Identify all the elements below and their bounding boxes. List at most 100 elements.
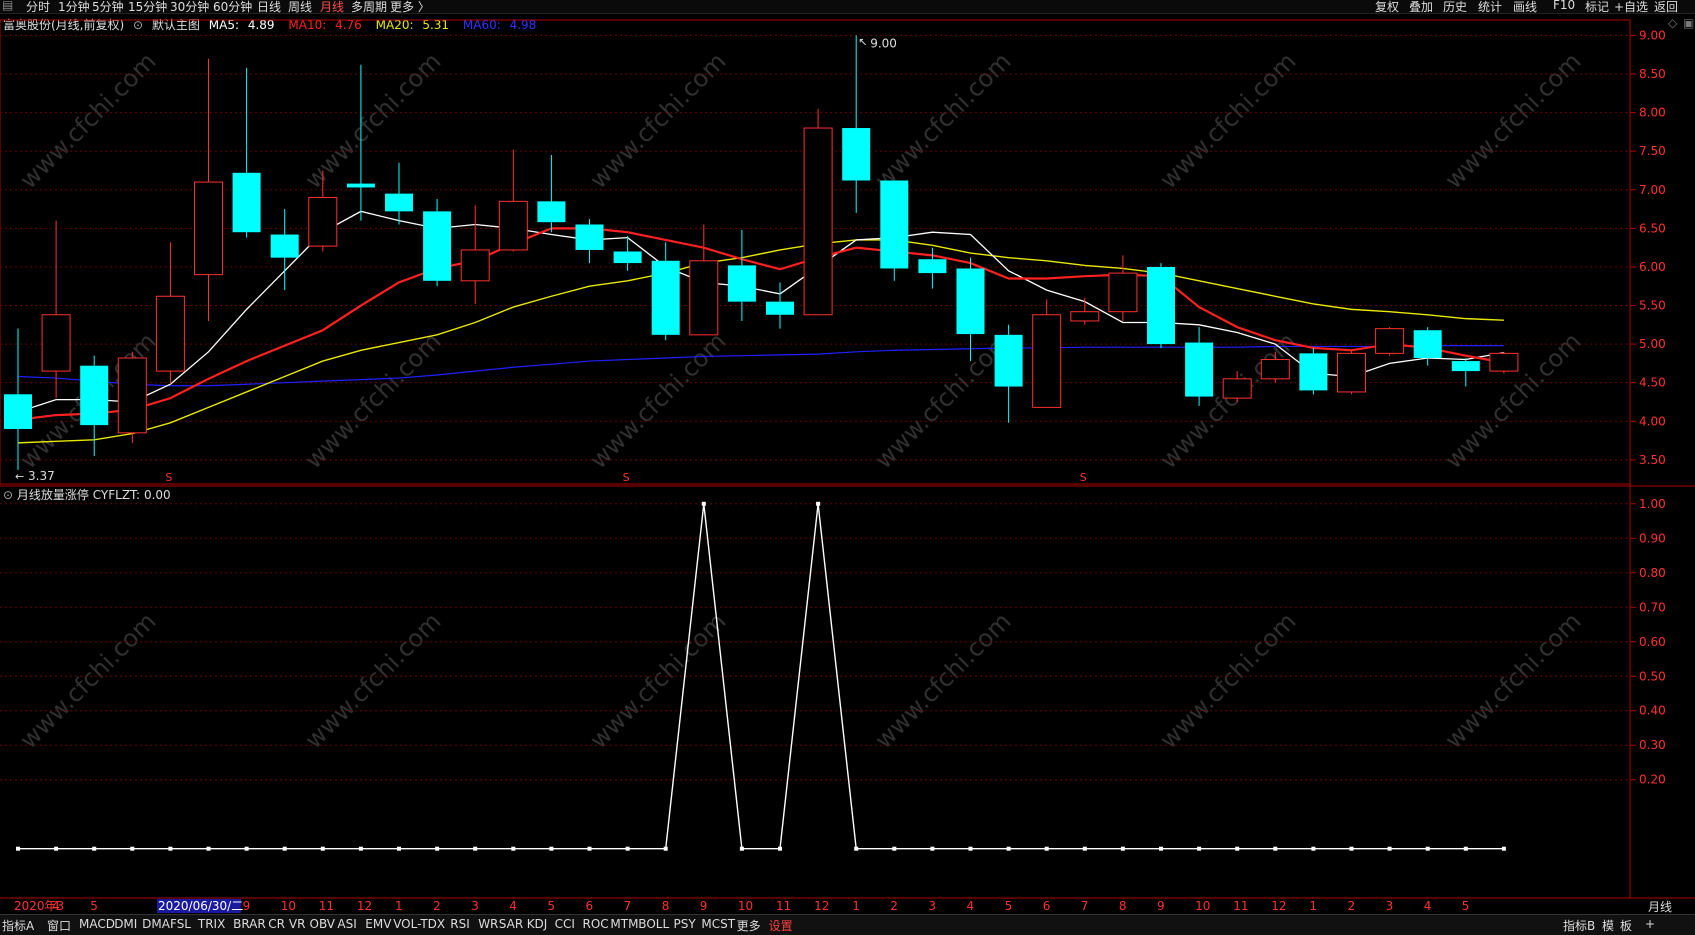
candle-down[interactable] [1147,263,1175,348]
indicator-tab-20[interactable]: MTM [610,917,638,931]
watermark-text: www.cfchi.com [299,327,446,474]
candle-body [1260,359,1290,380]
indicator-tick-label: 0.40 [1639,704,1666,718]
candle-body [1070,311,1100,322]
candle-body [498,200,528,251]
candle-body [1299,353,1328,391]
watermark-layer: www.cfchi.com www.cfchi.com www.cfchi.com w… [14,47,1586,754]
candle-up[interactable] [689,224,719,336]
candle-down[interactable] [575,219,604,264]
watermark-text: www.cfchi.com [584,47,731,194]
indicator-tab-11[interactable]: ASI [337,917,356,931]
candle-down[interactable] [766,282,794,329]
kline-chart[interactable]: www.cfchi.com www.cfchi.com www.cfchi.com w… [0,0,1695,914]
candle-down[interactable] [385,162,413,225]
indicator-tab-10[interactable]: OBV [310,917,336,931]
indicator-tab-19[interactable]: ROC [583,917,609,931]
candle-up[interactable] [1108,255,1138,321]
candle-body [270,234,299,258]
xaxis-label: 12 [357,899,372,913]
xaxis-label: 2 [433,899,441,913]
indicator-tab-13[interactable]: VOL-TDX [393,917,445,931]
indicator-point [1387,846,1392,851]
candle-up[interactable] [1489,351,1519,374]
indicator-tab-6[interactable]: TRIX [198,917,225,931]
candle-body [1375,328,1405,354]
indicator-tab-2[interactable]: MACD [79,917,115,931]
candle-down[interactable] [842,35,871,213]
candle-down[interactable] [270,209,299,291]
candle-body [1451,361,1480,372]
indicator-tab-15[interactable]: WR [478,917,498,931]
indicator-tab-1[interactable]: 窗口 [47,917,71,934]
candle-up[interactable] [1375,327,1405,356]
candle-body [803,127,833,316]
period-label[interactable]: 月线 [1648,900,1672,914]
indicator-tab-9[interactable]: VR [289,917,306,931]
indicator-tab-14[interactable]: RSI [450,917,470,931]
watermark-text: www.cfchi.com [299,47,446,194]
candle-up[interactable] [498,149,528,252]
indicator-point [739,846,744,851]
indicator-tab-0[interactable]: 指标A [2,917,34,934]
candle-down[interactable] [232,67,261,238]
candle-up[interactable] [41,220,71,399]
candle-up[interactable] [803,108,833,316]
candle-body [1185,342,1214,397]
candle-up[interactable] [155,242,185,385]
indicator-tab-12[interactable]: EMV [365,917,391,931]
indicator-tab-22[interactable]: PSY [674,917,696,931]
indicator-tab-21[interactable]: BOLL [638,917,669,931]
candle-down[interactable] [1299,347,1328,395]
candle-down[interactable] [727,229,756,321]
candle-down[interactable] [537,155,566,233]
candle-down[interactable] [613,236,642,271]
candle-up[interactable] [194,58,223,321]
indicator-point [282,846,287,851]
candle-up[interactable] [1337,350,1366,395]
candle-body [385,193,413,212]
indicator-tab-8[interactable]: CR [268,917,285,931]
window-icon[interactable]: ▣ [1683,16,1694,30]
xaxis-label: 3 [928,899,936,913]
right-tab-0[interactable]: 指标B [1563,917,1595,934]
price-tick-label: 5.50 [1639,299,1666,313]
candle-down[interactable] [651,242,680,341]
right-tab-1[interactable]: 模 [1602,917,1614,934]
indicator-tab-7[interactable]: BRAR [233,917,266,931]
indicator-tab-24[interactable]: 更多 [737,917,761,934]
xaxis-label: 1 [395,899,403,913]
indicator-point [206,846,211,851]
candle-down[interactable] [994,324,1023,423]
indicator-point [1044,846,1049,851]
candle-down[interactable] [1185,327,1214,406]
indicator-tab-5[interactable]: FSL [170,917,191,931]
ma5-line [17,210,1505,413]
indicator-tab-18[interactable]: CCI [555,917,575,931]
candle-up[interactable] [117,351,147,443]
indicator-tab-3[interactable]: DMI [114,917,137,931]
indicator-tab-25[interactable]: 设置 [769,917,793,934]
right-tab-3[interactable]: + [1645,917,1655,931]
candle-body [994,334,1023,387]
indicator-tab-16[interactable]: SAR [499,917,523,931]
indicator-point [968,846,973,851]
indicator-tab-17[interactable]: KDJ [527,917,548,931]
xaxis-label: 11 [319,899,334,913]
candle-up[interactable] [460,205,490,304]
indicator-tab-23[interactable]: MCST [701,917,735,931]
watermark-text: www.cfchi.com [1439,327,1586,474]
xaxis-label: 7 [1081,899,1089,913]
candle-down[interactable] [80,355,109,456]
candle-body [613,251,642,264]
xaxis-label: 7 [624,899,632,913]
indicator-point [1159,846,1163,851]
right-tab-2[interactable]: 板 [1620,917,1632,934]
diamond-icon[interactable]: ◇ [1668,16,1678,30]
indicator-tab-4[interactable]: DMA [142,917,170,931]
candle-down[interactable] [423,199,452,287]
candle-body [537,201,566,223]
candle-up[interactable] [1032,299,1062,408]
candle-up[interactable] [1070,297,1100,325]
candle-down[interactable] [880,180,909,281]
